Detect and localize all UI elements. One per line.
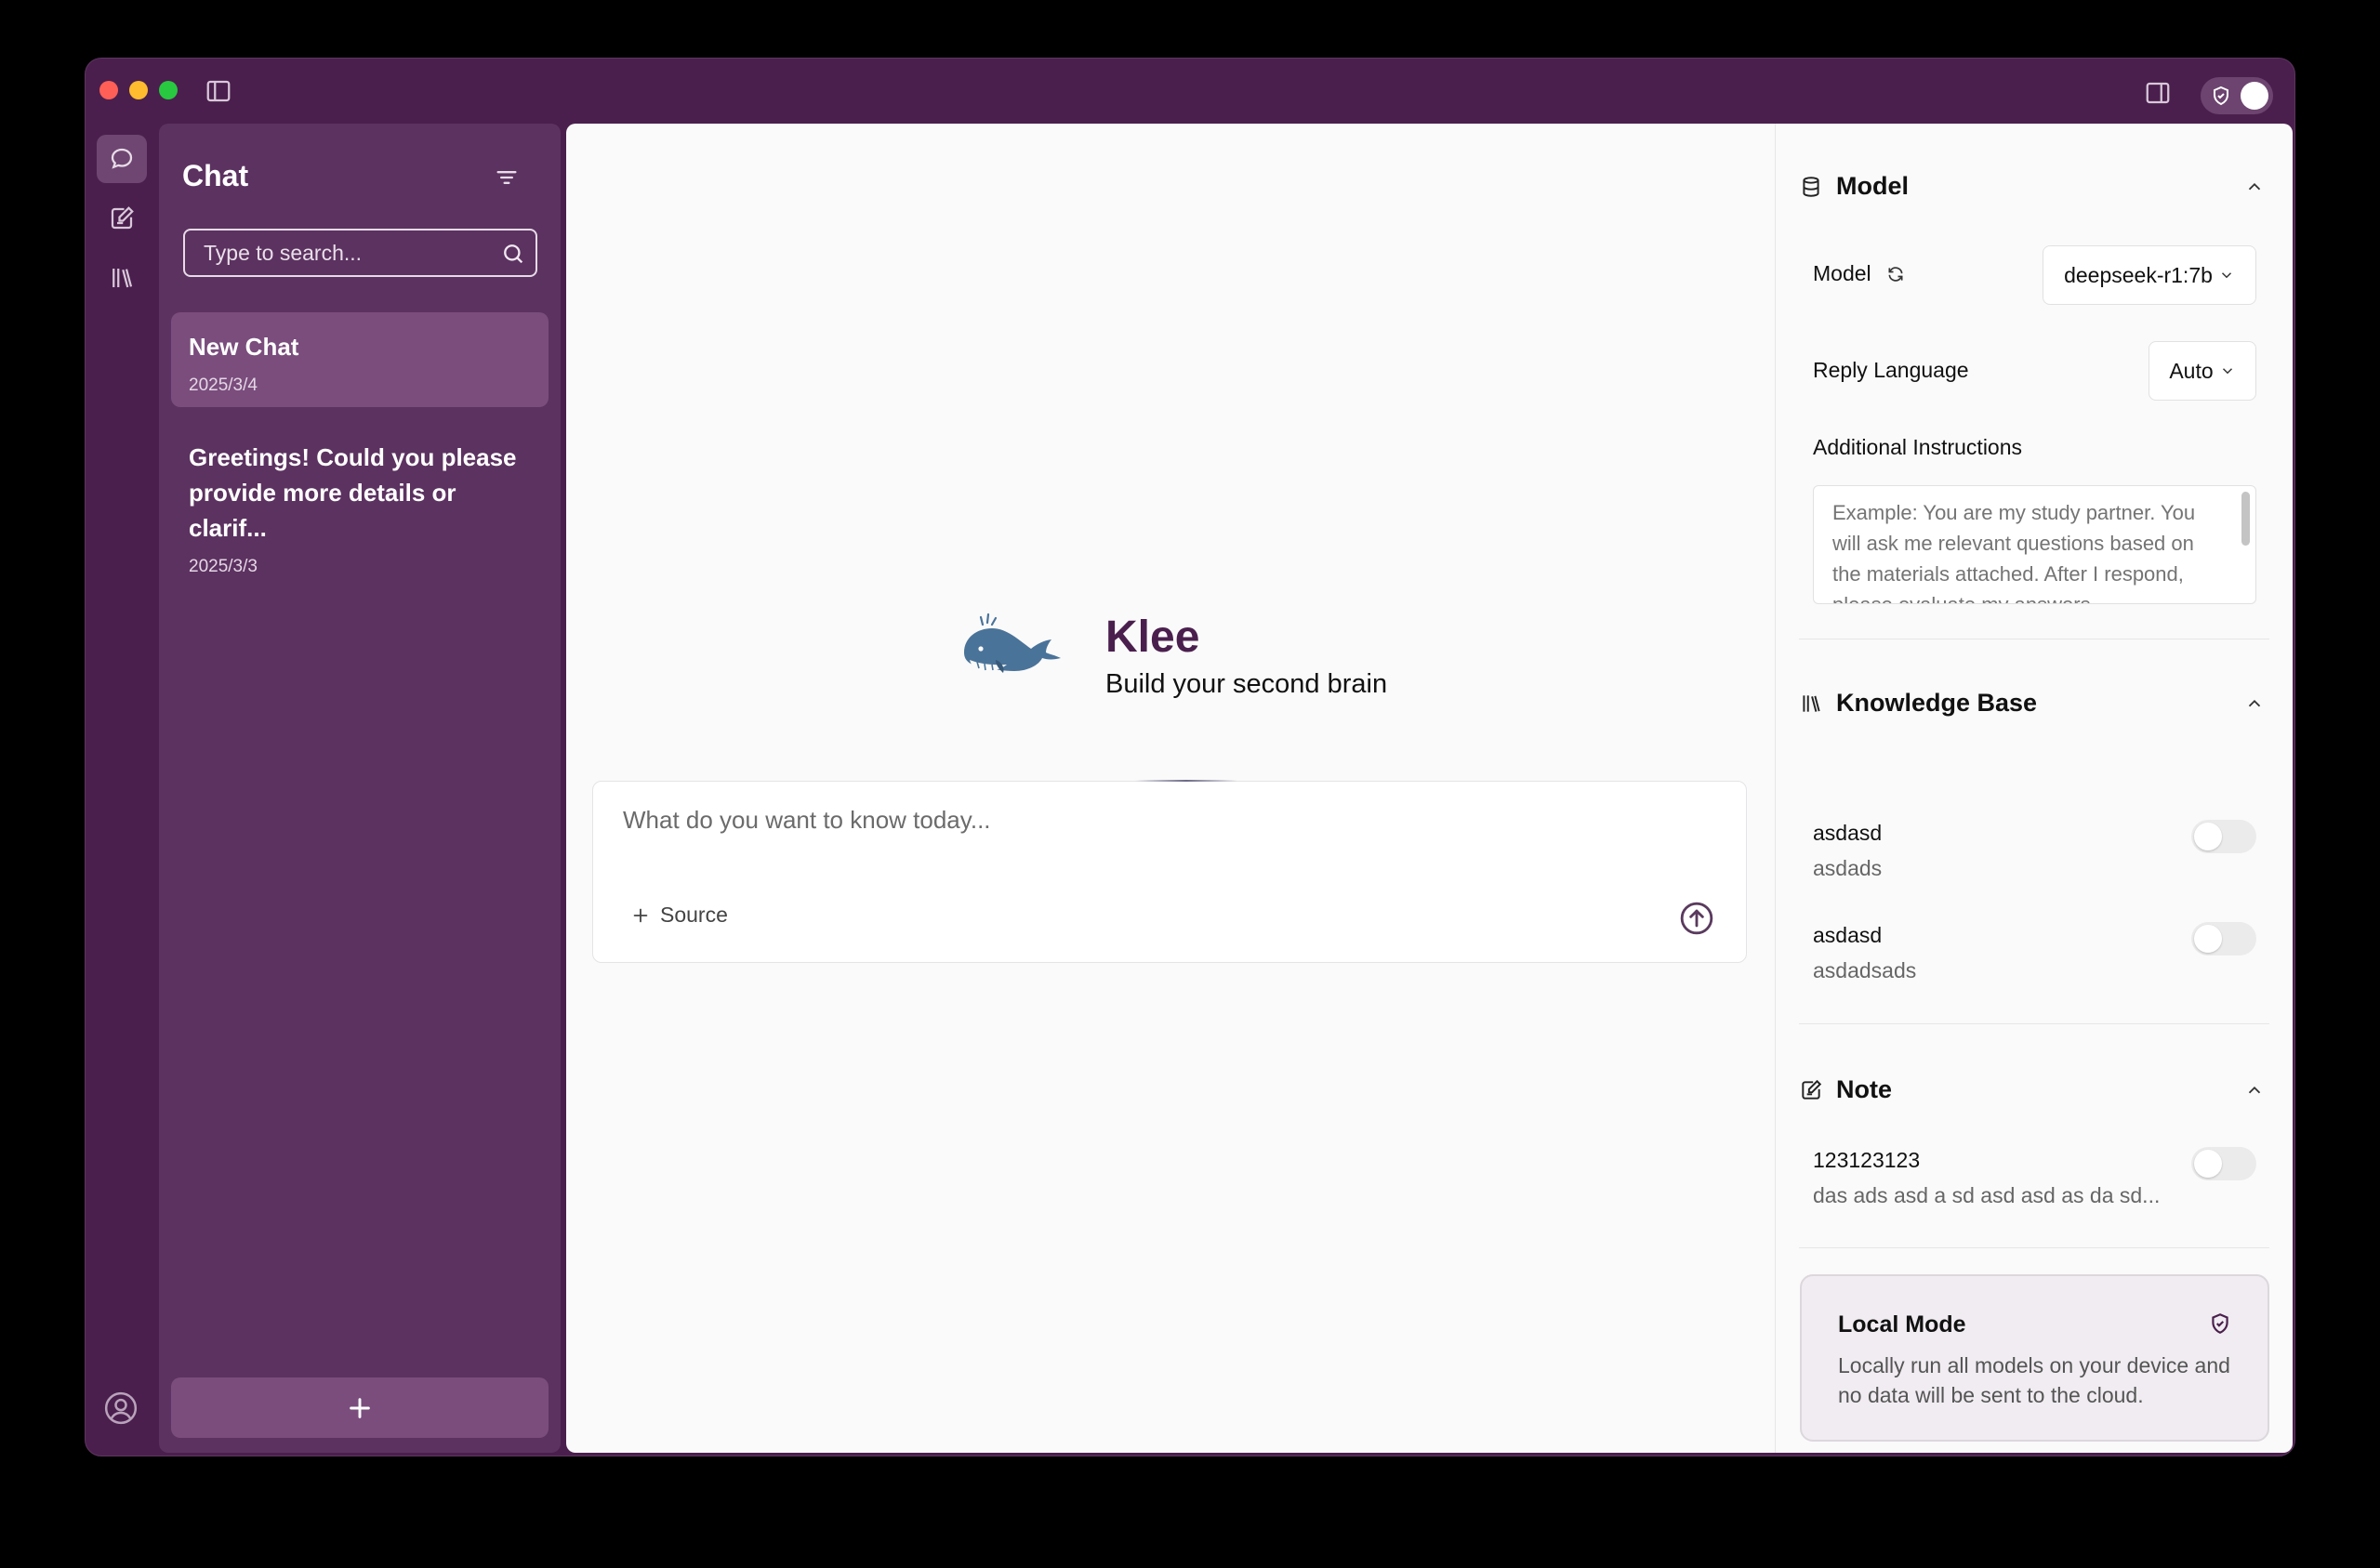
new-chat-button[interactable]: [171, 1377, 549, 1438]
local-mode-description: Locally run all models on your device an…: [1838, 1353, 2230, 1407]
chevron-up-icon[interactable]: [2244, 1080, 2265, 1100]
reply-language-label: Reply Language: [1813, 358, 1969, 382]
close-window-button[interactable]: [99, 81, 118, 99]
note-item-toggle[interactable]: [2191, 1147, 2256, 1180]
section-divider: [1799, 1247, 2269, 1248]
knowledge-item-toggle[interactable]: [2191, 820, 2256, 853]
additional-instructions-label: Additional Instructions: [1813, 435, 2023, 459]
note-item-subtitle: das ads asd a sd asd asd as da sd...: [1813, 1183, 2161, 1207]
minimize-window-button[interactable]: [129, 81, 148, 99]
whale-logo-icon: [964, 613, 1061, 673]
reply-language-value: Auto: [2169, 358, 2214, 383]
note-edit-icon: [1802, 1079, 1822, 1100]
add-source-button[interactable]: Source: [630, 903, 728, 928]
note-edit-icon: [111, 206, 134, 230]
user-avatar-icon[interactable]: [102, 1390, 139, 1427]
filter-icon[interactable]: [494, 165, 520, 191]
rail-notes-button[interactable]: [97, 194, 147, 243]
chat-item-title: Greetings! Could you please provide more…: [189, 443, 517, 542]
switch-knob: [2241, 82, 2268, 110]
knowledge-section-title: Knowledge Base: [1836, 689, 2038, 717]
model-select[interactable]: deepseek-r1:7b: [2043, 245, 2256, 305]
send-arrow-icon[interactable]: [1679, 901, 1714, 936]
chat-search-input[interactable]: [185, 231, 536, 275]
knowledge-section-header[interactable]: Knowledge Base: [1799, 689, 2037, 718]
local-mode-card: Local Mode Locally run all models on you…: [1800, 1274, 2269, 1442]
local-mode-title: Local Mode: [1838, 1311, 1966, 1337]
chevron-down-icon: [2221, 272, 2231, 279]
instructions-scrollbar[interactable]: [2241, 492, 2250, 546]
chat-list-item[interactable]: New Chat 2025/3/4: [171, 312, 549, 407]
rail-library-button[interactable]: [97, 254, 147, 302]
knowledge-item-subtitle: asdadsads: [1813, 958, 1917, 982]
chevron-down-icon: [2222, 368, 2232, 375]
additional-instructions-input[interactable]: [1814, 486, 2255, 603]
model-select-value: deepseek-r1:7b: [2064, 262, 2213, 287]
model-label: Model: [1813, 261, 1871, 285]
knowledge-item-toggle[interactable]: [2191, 922, 2256, 955]
refresh-icon[interactable]: [1886, 265, 1905, 283]
note-section-header[interactable]: Note: [1799, 1075, 1892, 1104]
message-input[interactable]: [623, 806, 1692, 852]
chat-item-date: 2025/3/3: [189, 557, 258, 576]
chat-panel-title: Chat: [182, 159, 249, 192]
chat-list-panel: Chat New Chat 2025/3/4 Greetings! Could …: [159, 124, 561, 1453]
zoom-window-button[interactable]: [159, 81, 178, 99]
section-divider: [1799, 1023, 2269, 1024]
chat-item-title: New Chat: [189, 333, 299, 361]
right-panel-toggle-icon[interactable]: [2144, 79, 2172, 107]
model-section-header[interactable]: Model: [1799, 172, 1909, 201]
rail-chat-button[interactable]: [97, 135, 147, 183]
shield-check-icon: [2212, 1313, 2228, 1334]
chat-item-date: 2025/3/4: [189, 376, 258, 395]
sidebar-toggle-icon[interactable]: [205, 77, 232, 105]
chevron-up-icon[interactable]: [2244, 177, 2265, 197]
chevron-up-icon[interactable]: [2244, 693, 2265, 714]
library-icon: [112, 269, 133, 288]
message-composer: Source: [592, 780, 1747, 963]
model-section-title: Model: [1836, 172, 1909, 200]
source-label: Source: [660, 903, 728, 927]
knowledge-item-title: asdasd: [1813, 821, 1883, 845]
model-row-label: Model: [1813, 261, 1905, 286]
additional-instructions-box: [1813, 485, 2256, 604]
chat-search-box: [183, 229, 537, 277]
reply-language-select[interactable]: Auto: [2149, 341, 2256, 401]
chat-list-item[interactable]: Greetings! Could you please provide more…: [171, 423, 549, 576]
plus-icon: [633, 908, 648, 922]
settings-panel: Model Model deepseek-r1:7b Reply Languag…: [1775, 124, 2293, 1453]
main-chat-area: Klee Build your second brain Source: [566, 124, 1775, 1453]
brand-tagline: Build your second brain: [1105, 669, 1388, 699]
library-icon: [1803, 694, 1820, 712]
note-section-title: Note: [1836, 1075, 1892, 1103]
search-icon[interactable]: [500, 241, 526, 267]
note-item-title: 123123123: [1813, 1148, 1921, 1172]
chat-bubble-icon: [111, 148, 133, 169]
database-icon: [1803, 176, 1819, 197]
knowledge-item-title: asdasd: [1813, 923, 1883, 947]
plus-icon: [350, 1397, 370, 1418]
app-window: Chat New Chat 2025/3/4 Greetings! Could …: [85, 58, 2295, 1456]
local-mode-switch[interactable]: [2201, 77, 2273, 114]
brand-name: Klee: [1105, 613, 1200, 662]
shield-check-icon: [2214, 86, 2228, 106]
knowledge-item-subtitle: asdads: [1813, 856, 1883, 880]
